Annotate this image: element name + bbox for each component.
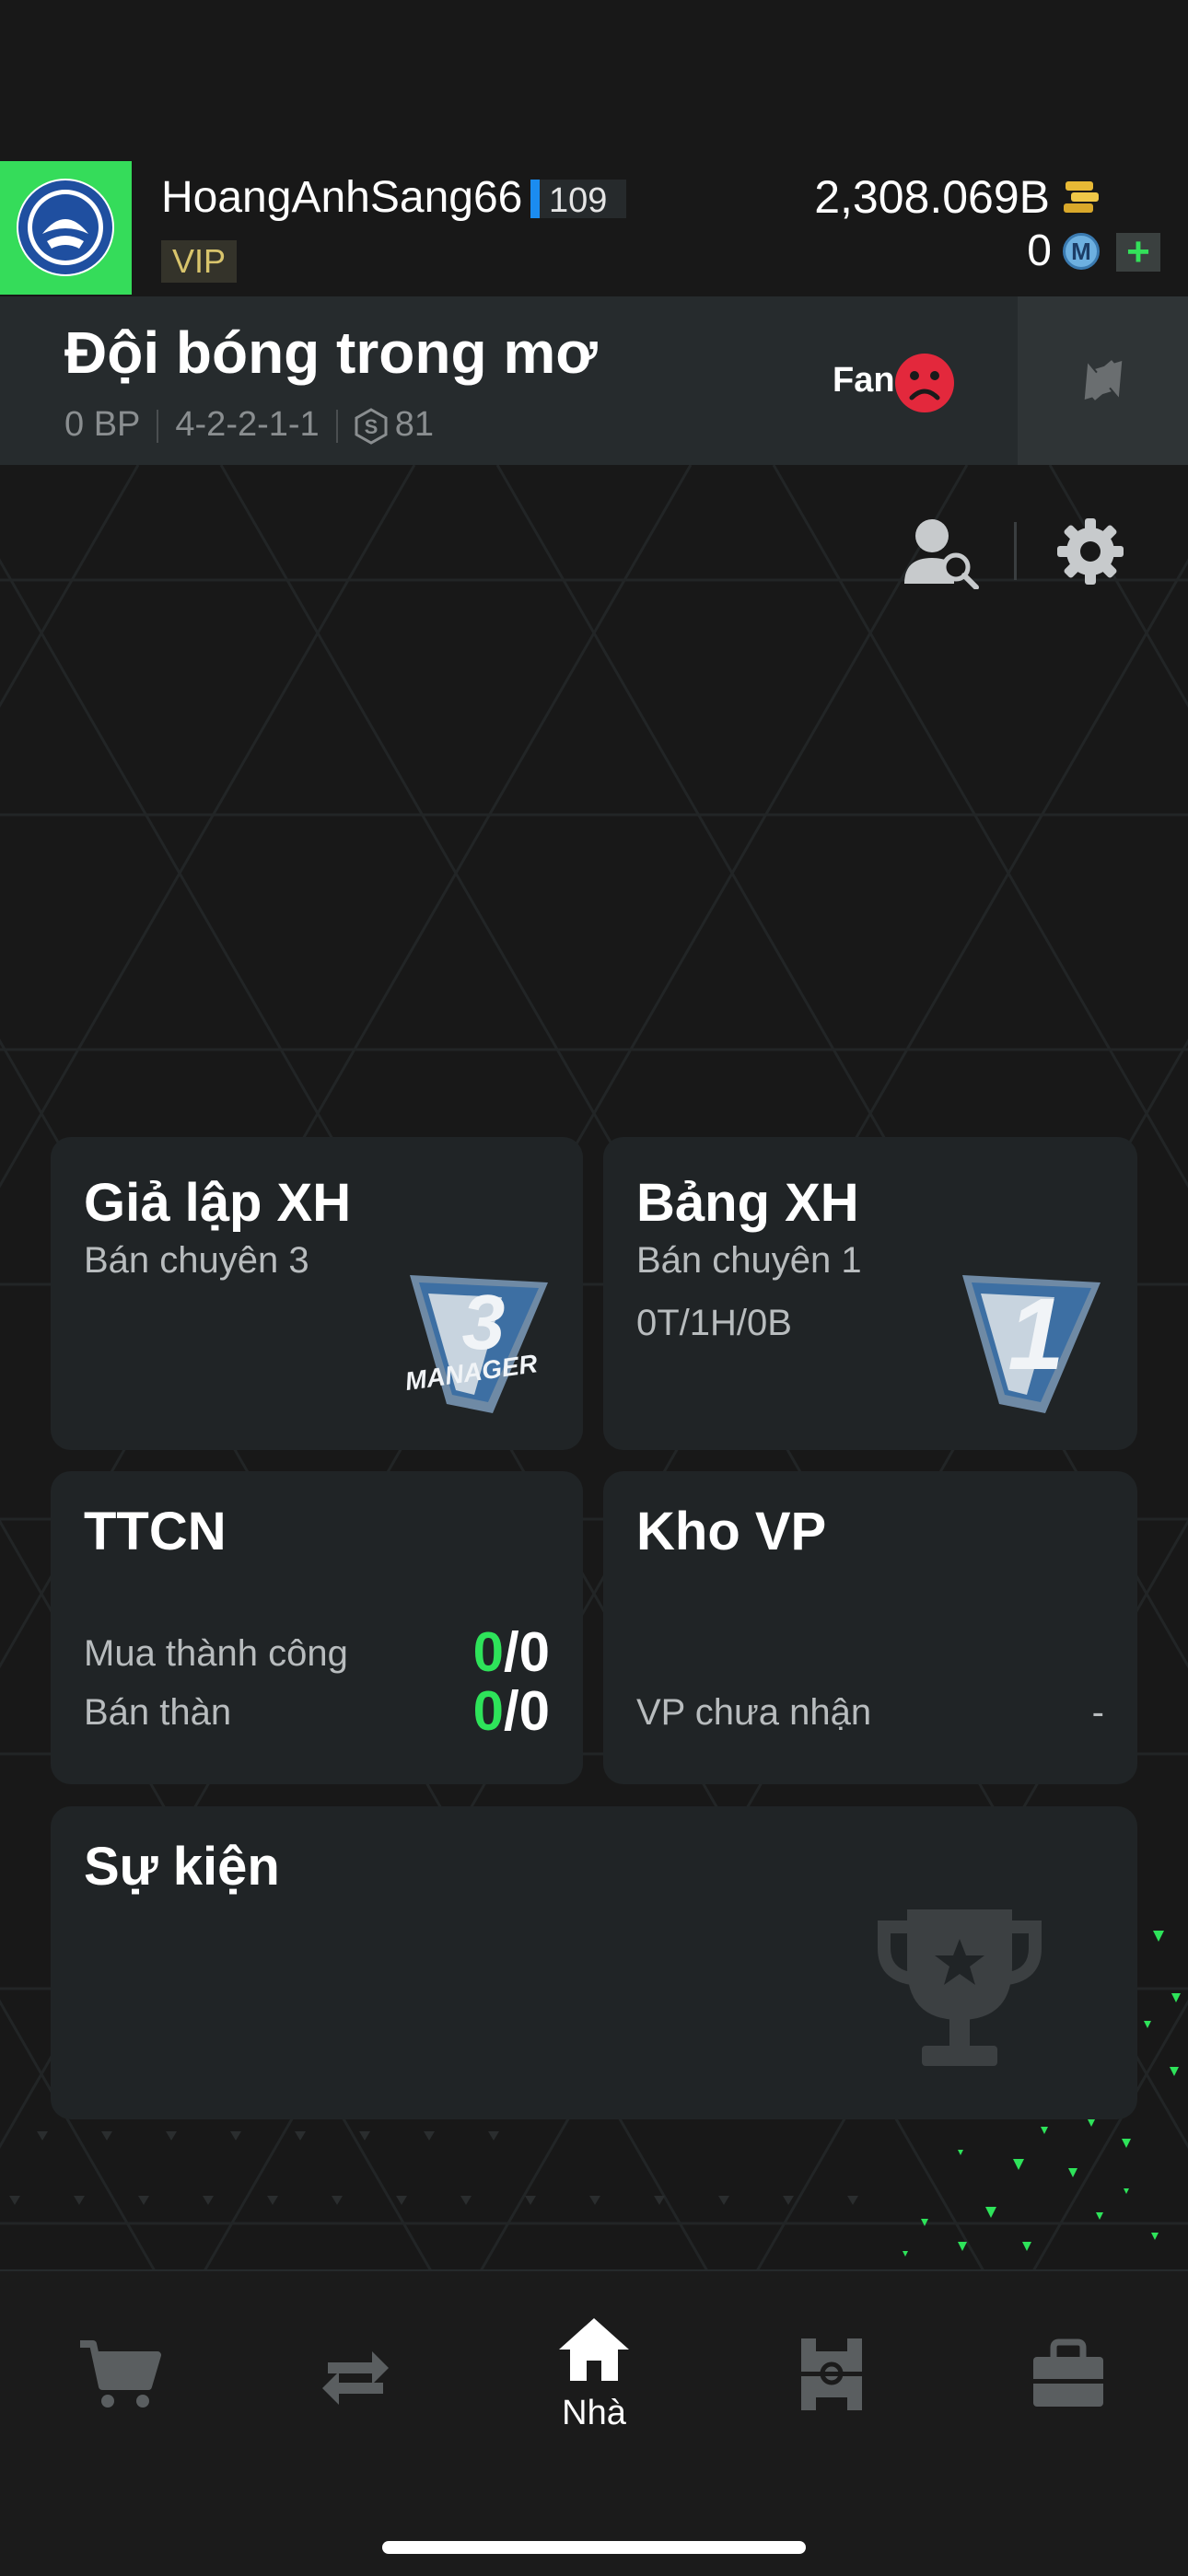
sad-face-icon[interactable]: [893, 352, 956, 414]
stat-row-unclaimed: VP chưa nhận -: [636, 1692, 1104, 1734]
card-record: 0T/1H/0B: [636, 1303, 792, 1343]
bag-icon[interactable]: [1031, 2338, 1105, 2408]
stat-value: -: [1091, 1692, 1104, 1733]
team-bar[interactable]: Đội bóng trong mơ 0 BP 4-2-2-1-1 S 81 Fan: [0, 296, 1018, 465]
rank-table-card[interactable]: Bảng XH Bán chuyên 1 0T/1H/0B 1: [603, 1137, 1137, 1450]
stat-label: VP chưa nhận: [636, 1692, 872, 1733]
club-crest-icon: [17, 179, 114, 276]
card-title: Giả lập XH: [84, 1173, 352, 1233]
events-card[interactable]: Sự kiện: [51, 1806, 1137, 2119]
username: HoangAnhSang66: [161, 173, 523, 222]
team-name: Đội bóng trong mơ: [64, 319, 598, 386]
shield-s-icon: S: [355, 408, 388, 445]
rank-badge-1-icon: 1: [962, 1275, 1101, 1413]
card-subtitle: Bán chuyên 3: [84, 1240, 309, 1281]
cart-icon[interactable]: [78, 2338, 161, 2412]
card-title: Bảng XH: [636, 1173, 859, 1233]
team-score: 81: [394, 405, 434, 444]
home-icon[interactable]: [557, 2316, 631, 2383]
rank-badge-3-icon: 3 MANAGER: [403, 1275, 548, 1413]
level-bar: [530, 180, 540, 218]
level-badge: 109: [530, 180, 626, 220]
stat-value: 0/0: [472, 1621, 550, 1683]
pitch-icon[interactable]: [799, 2337, 864, 2412]
stat-row-sell: Bán thàn 0/0: [84, 1680, 550, 1742]
profile-header: HoangAnhSang66 109 VIP 2,308.069B 0 M +: [0, 161, 1188, 295]
trophy-icon: [878, 1909, 1042, 2066]
club-logo[interactable]: [0, 161, 132, 295]
sim-rank-card[interactable]: Giả lập XH Bán chuyên 3 3 MANAGER: [51, 1137, 583, 1450]
m-coin-balance: 0: [1027, 226, 1052, 275]
stat-label: Mua thành công: [84, 1633, 348, 1674]
m-coin-icon: M: [1063, 233, 1100, 270]
refresh-icon: [1084, 360, 1123, 400]
refresh-button[interactable]: [1018, 296, 1188, 465]
add-currency-button[interactable]: +: [1116, 232, 1160, 273]
svg-text:S: S: [364, 415, 378, 438]
badge-number: 3: [462, 1279, 506, 1365]
toolbar-divider: [1014, 522, 1017, 580]
fan-label: Fan: [833, 361, 895, 400]
team-formation: 4-2-2-1-1: [175, 405, 320, 444]
card-subtitle: Bán chuyên 1: [636, 1240, 862, 1281]
stat-value: 0/0: [472, 1680, 550, 1742]
kho-vp-card[interactable]: Kho VP VP chưa nhận -: [603, 1471, 1137, 1784]
stat-row-buy: Mua thành công 0/0: [84, 1621, 550, 1683]
team-bp: 0 BP: [64, 405, 141, 444]
vip-badge[interactable]: VIP: [161, 240, 237, 283]
gear-icon[interactable]: [1057, 518, 1124, 585]
card-title: Kho VP: [636, 1502, 827, 1561]
home-indicator[interactable]: [382, 2541, 806, 2554]
transfer-icon[interactable]: [320, 2348, 390, 2405]
search-user-icon[interactable]: [903, 516, 980, 589]
ttcn-card[interactable]: TTCN Mua thành công 0/0 Bán thàn 0/0: [51, 1471, 583, 1784]
coin-stack-icon: [1064, 181, 1099, 213]
team-info: 0 BP 4-2-2-1-1 S 81: [64, 405, 434, 445]
card-title: Sự kiện: [84, 1837, 280, 1897]
level-number: 109: [549, 181, 608, 220]
stat-label: Bán thàn: [84, 1692, 232, 1733]
card-title: TTCN: [84, 1502, 227, 1561]
badge-number: 1: [1007, 1278, 1064, 1391]
nav-label-home[interactable]: Nhà: [543, 2394, 645, 2433]
coin-balance: 2,308.069B: [814, 171, 1050, 223]
